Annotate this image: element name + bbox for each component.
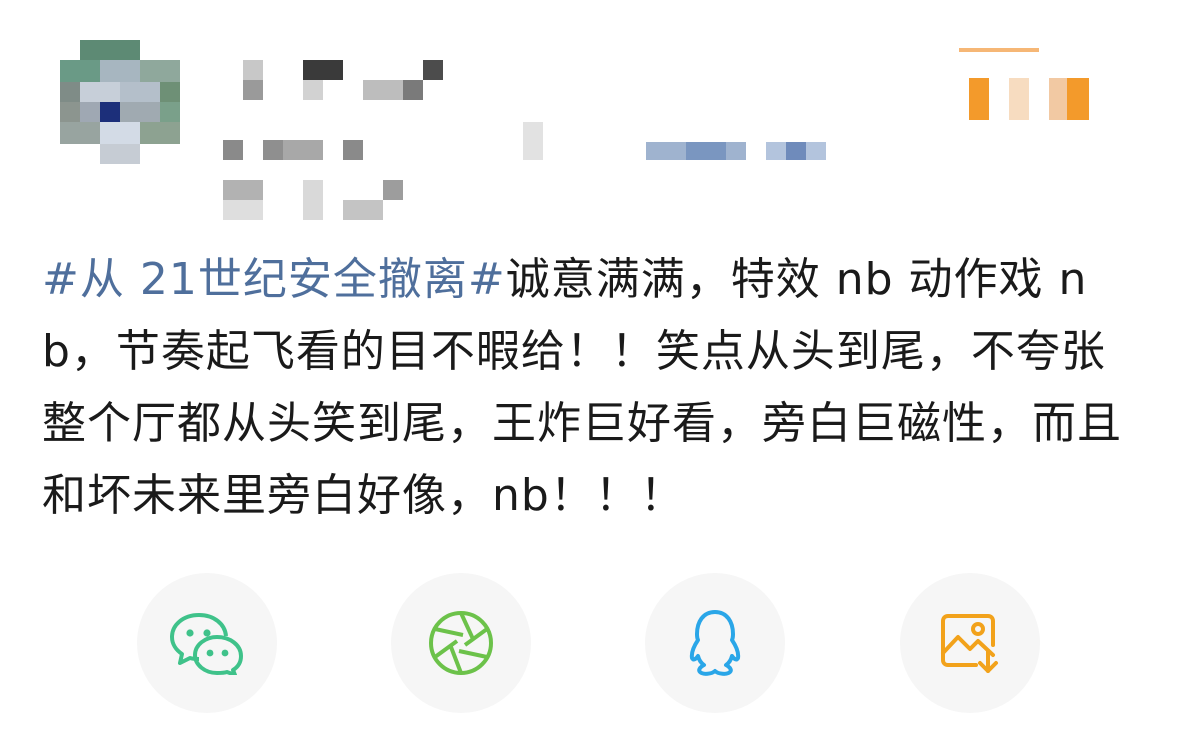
bottom-fade	[0, 719, 1179, 749]
share-wechat-button[interactable]	[137, 573, 277, 713]
post-body: #从 21世纪安全撤离#诚意满满，特效 nb 动作戏 nb，节奏起飞看的目不暇给…	[42, 244, 1132, 532]
post-header	[0, 0, 1179, 240]
share-qq-button[interactable]	[645, 573, 785, 713]
moments-icon	[427, 609, 495, 677]
post-card: #从 21世纪安全撤离#诚意满满，特效 nb 动作戏 nb，节奏起飞看的目不暇给…	[0, 0, 1179, 749]
hashtag-link[interactable]: #从 21世纪安全撤离#	[42, 254, 506, 305]
save-image-icon	[938, 611, 1002, 675]
save-image-button[interactable]	[900, 573, 1040, 713]
wechat-icon	[169, 611, 245, 675]
share-moments-button[interactable]	[391, 573, 531, 713]
brand-badge-redacted	[899, 48, 1119, 138]
share-bar	[0, 573, 1179, 713]
qq-icon	[685, 608, 745, 678]
